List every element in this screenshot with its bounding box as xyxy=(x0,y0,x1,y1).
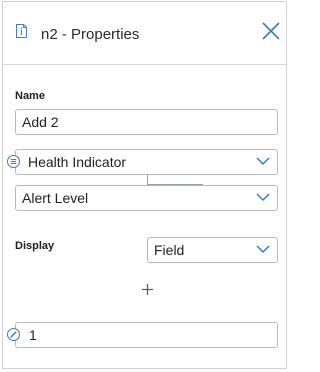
info-document-icon xyxy=(16,24,27,38)
header-divider xyxy=(3,64,286,65)
plus-icon[interactable] xyxy=(141,283,154,296)
alert-level-select[interactable]: Alert Level xyxy=(15,185,278,211)
value-input[interactable]: 1 xyxy=(15,322,278,348)
properties-panel: n2 - Properties Name Add 2 Health Indica… xyxy=(2,1,287,369)
list-circle-icon[interactable] xyxy=(7,155,20,168)
alert-level-value: Alert Level xyxy=(22,190,89,206)
health-indicator-select[interactable]: Health Indicator xyxy=(15,149,278,175)
display-label: Display xyxy=(15,240,55,252)
chevron-down-icon xyxy=(256,245,270,254)
health-indicator-value: Health Indicator xyxy=(28,154,127,170)
connector-line xyxy=(147,174,148,184)
display-value: Field xyxy=(154,242,185,258)
panel-header: n2 - Properties xyxy=(3,2,286,63)
close-icon[interactable] xyxy=(260,20,282,42)
name-label: Name xyxy=(15,90,45,102)
name-input[interactable]: Add 2 xyxy=(15,109,278,135)
chevron-down-icon xyxy=(256,193,270,202)
display-select[interactable]: Field xyxy=(147,237,278,263)
chevron-down-icon xyxy=(256,157,270,166)
panel-title: n2 - Properties xyxy=(41,26,140,43)
pencil-circle-icon[interactable] xyxy=(7,328,20,341)
